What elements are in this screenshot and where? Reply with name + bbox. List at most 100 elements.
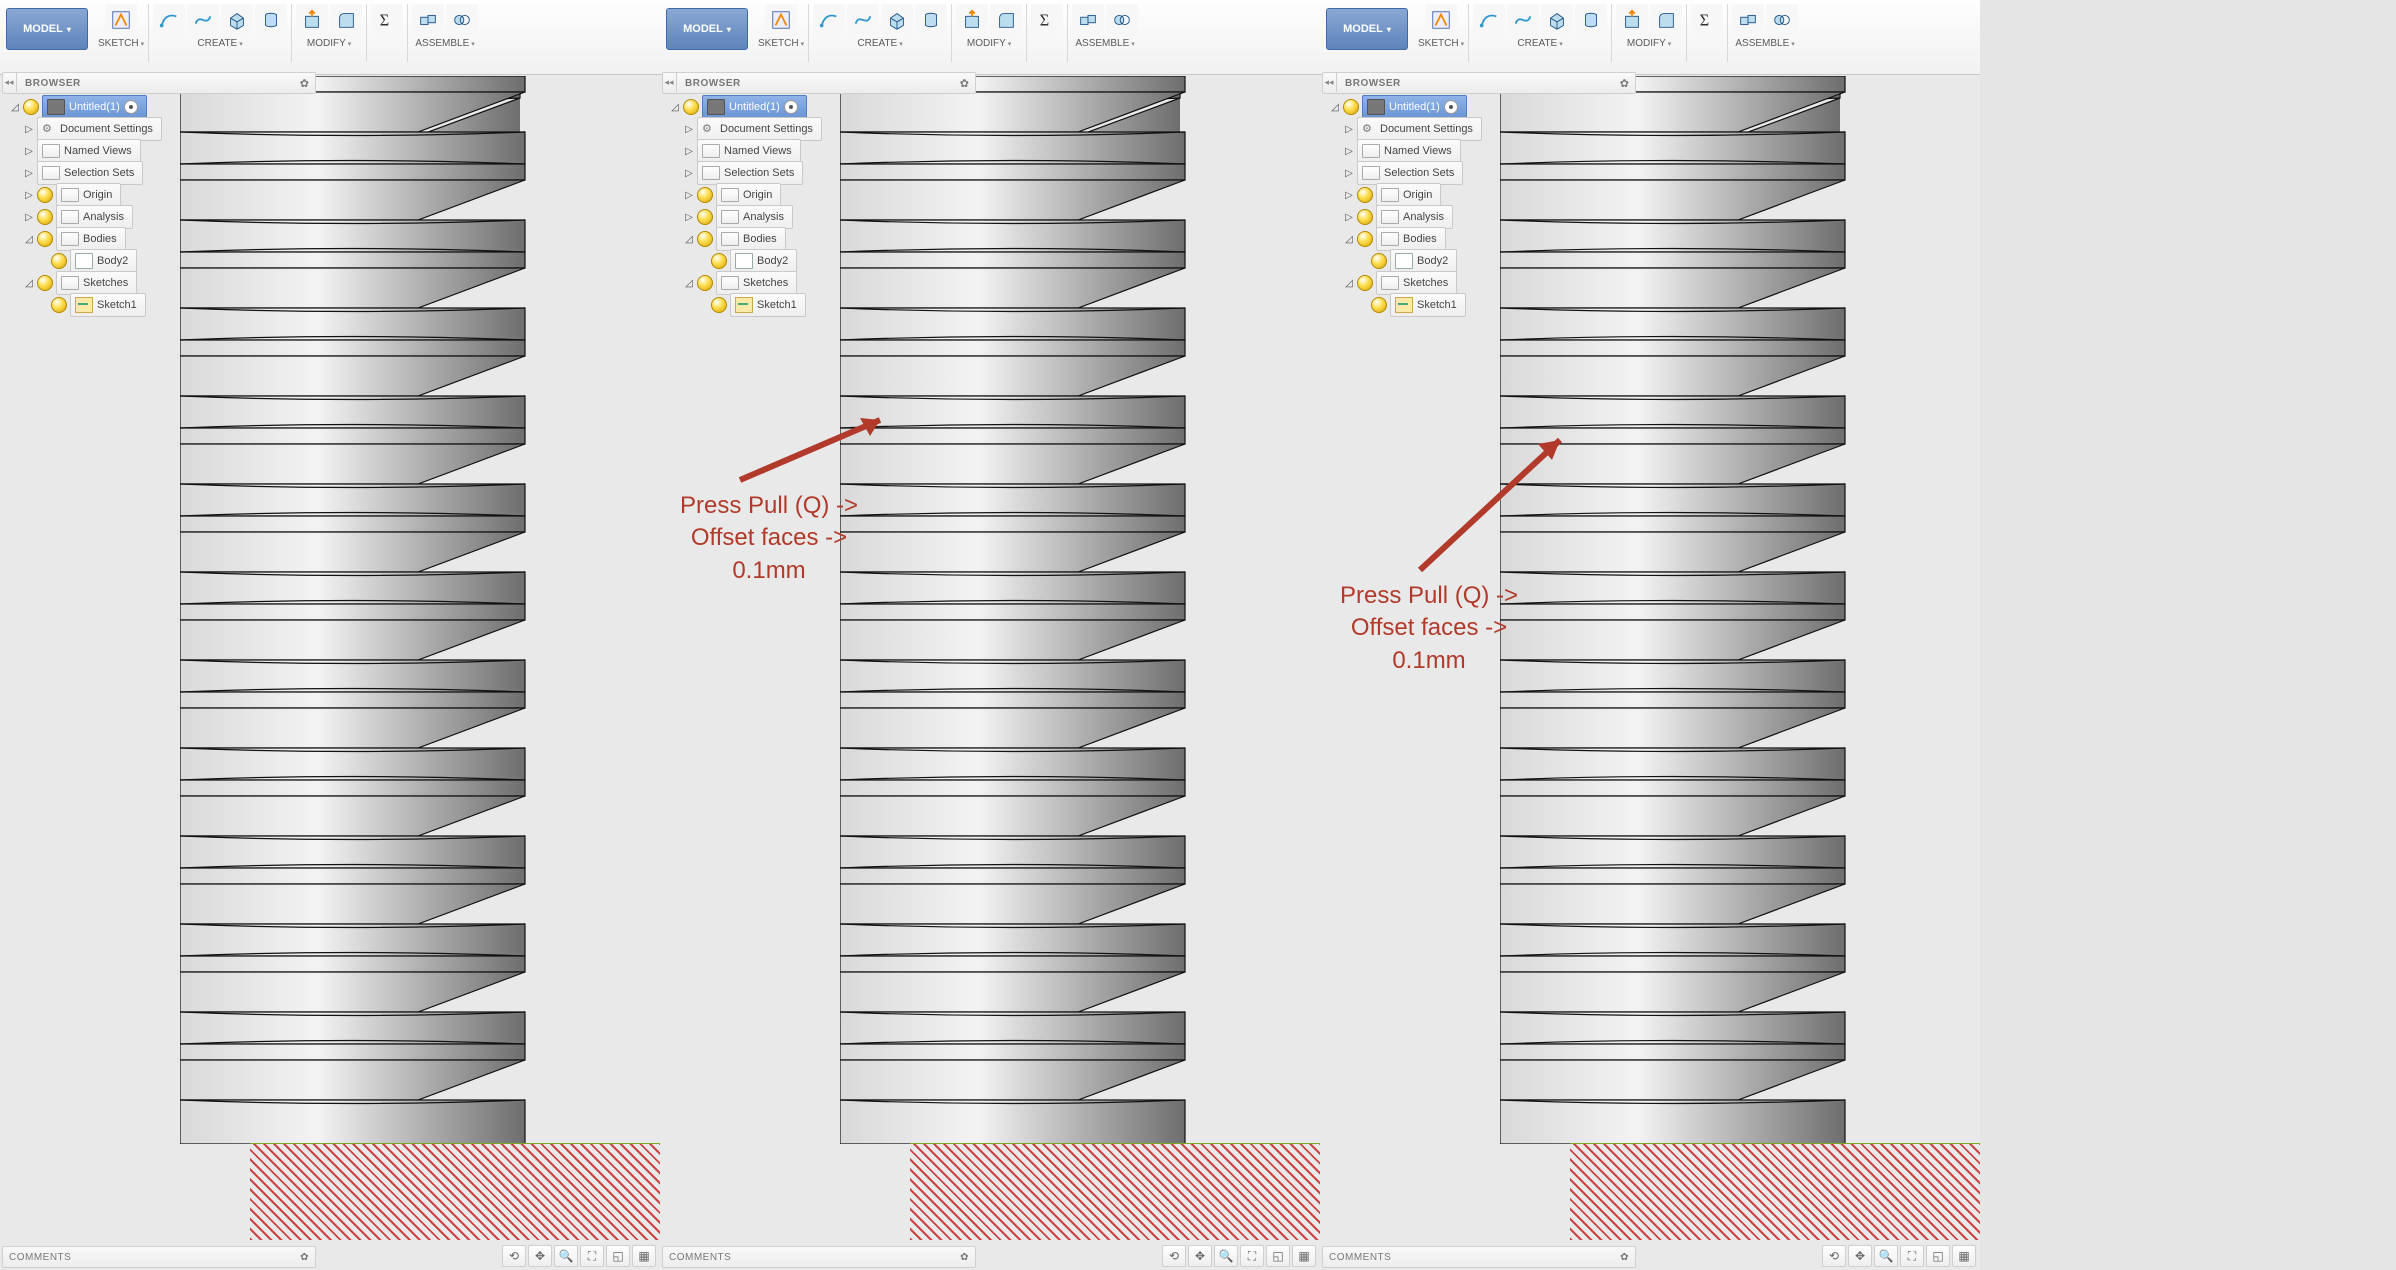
tree-item-selection-sets[interactable]: Selection Sets: [37, 161, 143, 185]
tree-expander[interactable]: ▷: [24, 212, 34, 223]
extrude-icon[interactable]: [221, 4, 253, 36]
tree-item-analysis[interactable]: Analysis: [1376, 205, 1453, 229]
presspull-icon[interactable]: [296, 4, 328, 36]
tree-root-component[interactable]: Untitled(1): [42, 95, 147, 119]
tree-expander[interactable]: ▷: [684, 146, 694, 157]
toolbar-label-modify[interactable]: MODIFY: [307, 38, 351, 49]
revolve-icon[interactable]: [1575, 4, 1607, 36]
zoom-icon[interactable]: 🔍: [1874, 1245, 1898, 1267]
tree-item-sketch1[interactable]: Sketch1: [730, 293, 806, 317]
visibility-bulb-icon[interactable]: [1357, 275, 1373, 291]
extrude-icon[interactable]: [1541, 4, 1573, 36]
comments-panel-header[interactable]: COMMENTS✿: [1322, 1246, 1636, 1268]
parameters-icon[interactable]: Σ: [1031, 4, 1063, 36]
parameters-icon[interactable]: Σ: [1691, 4, 1723, 36]
display-settings-icon[interactable]: ▦: [1952, 1245, 1976, 1267]
tree-item-analysis[interactable]: Analysis: [716, 205, 793, 229]
comments-settings-icon[interactable]: ✿: [1620, 1252, 1629, 1263]
comments-settings-icon[interactable]: ✿: [300, 1252, 309, 1263]
tree-expander[interactable]: ▷: [684, 168, 694, 179]
pan-icon[interactable]: ✥: [1188, 1245, 1212, 1267]
line-icon[interactable]: [813, 4, 845, 36]
tree-expander[interactable]: ▷: [24, 146, 34, 157]
tree-expander[interactable]: ▷: [684, 190, 694, 201]
fit-icon[interactable]: ⛶: [1240, 1245, 1264, 1267]
visibility-bulb-icon[interactable]: [23, 99, 39, 115]
orbit-icon[interactable]: ⟲: [1822, 1245, 1846, 1267]
line-icon[interactable]: [1473, 4, 1505, 36]
toolbar-label-assemble[interactable]: ASSEMBLE: [1735, 38, 1794, 49]
tree-item-named-views[interactable]: Named Views: [37, 139, 141, 163]
tree-expander[interactable]: ◿: [24, 234, 34, 245]
tree-item-origin[interactable]: Origin: [716, 183, 781, 207]
zoom-icon[interactable]: 🔍: [554, 1245, 578, 1267]
visibility-bulb-icon[interactable]: [1371, 253, 1387, 269]
tree-expander[interactable]: ◿: [24, 278, 34, 289]
asbuilt-joint-icon[interactable]: [1766, 4, 1798, 36]
tree-expander[interactable]: ▷: [24, 124, 34, 135]
visibility-bulb-icon[interactable]: [711, 253, 727, 269]
browser-collapse-icon[interactable]: ◂◂: [1322, 72, 1337, 92]
tree-item-sketches[interactable]: Sketches: [56, 271, 137, 295]
display-settings-icon[interactable]: ▦: [1292, 1245, 1316, 1267]
tree-expander[interactable]: ◿: [684, 278, 694, 289]
tree-expander[interactable]: ◿: [1330, 102, 1340, 113]
toolbar-label-create[interactable]: CREATE: [1517, 38, 1562, 49]
toolbar-label-modify[interactable]: MODIFY: [967, 38, 1011, 49]
tree-item-body2[interactable]: Body2: [730, 249, 797, 273]
tree-root-component[interactable]: Untitled(1): [702, 95, 807, 119]
visibility-bulb-icon[interactable]: [1343, 99, 1359, 115]
fit-icon[interactable]: ⛶: [580, 1245, 604, 1267]
joint-icon[interactable]: [1732, 4, 1764, 36]
asbuilt-joint-icon[interactable]: [1106, 4, 1138, 36]
spline-icon[interactable]: [847, 4, 879, 36]
tree-expander[interactable]: ◿: [684, 234, 694, 245]
pan-icon[interactable]: ✥: [528, 1245, 552, 1267]
visibility-bulb-icon[interactable]: [1357, 231, 1373, 247]
tree-expander[interactable]: ▷: [1344, 146, 1354, 157]
visibility-bulb-icon[interactable]: [37, 187, 53, 203]
visibility-bulb-icon[interactable]: [683, 99, 699, 115]
tree-item-document-settings[interactable]: ⚙Document Settings: [37, 117, 162, 141]
spline-icon[interactable]: [187, 4, 219, 36]
presspull-icon[interactable]: [1616, 4, 1648, 36]
create-sketch-icon[interactable]: [1425, 4, 1457, 36]
tree-item-body2[interactable]: Body2: [70, 249, 137, 273]
comments-settings-icon[interactable]: ✿: [960, 1252, 969, 1263]
comments-panel-header[interactable]: COMMENTS✿: [2, 1246, 316, 1268]
revolve-icon[interactable]: [915, 4, 947, 36]
tree-expander[interactable]: ▷: [24, 168, 34, 179]
fillet-icon[interactable]: [1650, 4, 1682, 36]
tree-expander[interactable]: ◿: [1344, 234, 1354, 245]
tree-item-sketch1[interactable]: Sketch1: [1390, 293, 1466, 317]
visibility-bulb-icon[interactable]: [697, 187, 713, 203]
visibility-bulb-icon[interactable]: [1357, 209, 1373, 225]
browser-panel-header[interactable]: ◂◂ BROWSER ✿: [662, 72, 976, 94]
look-at-icon[interactable]: ◱: [606, 1245, 630, 1267]
toolbar-label-create[interactable]: CREATE: [197, 38, 242, 49]
browser-settings-icon[interactable]: ✿: [1620, 77, 1629, 90]
visibility-bulb-icon[interactable]: [697, 209, 713, 225]
workspace-model-button[interactable]: MODEL: [6, 8, 88, 50]
parameters-icon[interactable]: Σ: [371, 4, 403, 36]
tree-item-document-settings[interactable]: ⚙Document Settings: [1357, 117, 1482, 141]
tree-item-selection-sets[interactable]: Selection Sets: [1357, 161, 1463, 185]
comments-panel-header[interactable]: COMMENTS✿: [662, 1246, 976, 1268]
fillet-icon[interactable]: [990, 4, 1022, 36]
tree-item-analysis[interactable]: Analysis: [56, 205, 133, 229]
tree-item-sketch1[interactable]: Sketch1: [70, 293, 146, 317]
tree-expander[interactable]: ▷: [24, 190, 34, 201]
toolbar-label-assemble[interactable]: ASSEMBLE: [415, 38, 474, 49]
tree-item-origin[interactable]: Origin: [1376, 183, 1441, 207]
tree-expander[interactable]: ▷: [1344, 212, 1354, 223]
visibility-bulb-icon[interactable]: [37, 231, 53, 247]
zoom-icon[interactable]: 🔍: [1214, 1245, 1238, 1267]
tree-item-sketches[interactable]: Sketches: [1376, 271, 1457, 295]
pan-icon[interactable]: ✥: [1848, 1245, 1872, 1267]
toolbar-label-create[interactable]: CREATE: [857, 38, 902, 49]
revolve-icon[interactable]: [255, 4, 287, 36]
workspace-model-button[interactable]: MODEL: [666, 8, 748, 50]
visibility-bulb-icon[interactable]: [697, 275, 713, 291]
visibility-bulb-icon[interactable]: [1357, 187, 1373, 203]
tree-item-origin[interactable]: Origin: [56, 183, 121, 207]
